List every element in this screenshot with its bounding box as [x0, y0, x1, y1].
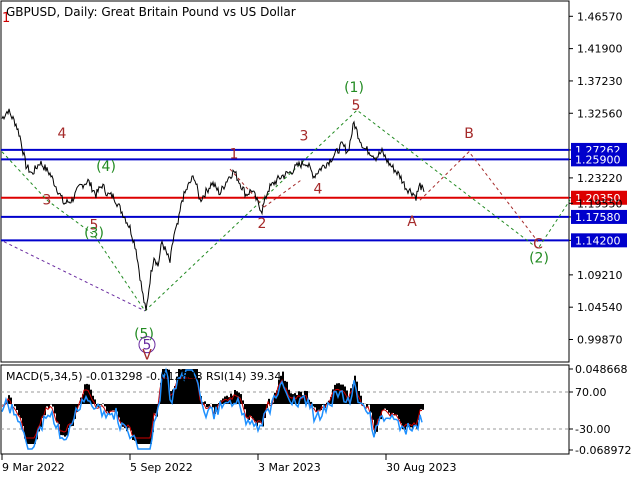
price-panel-frame	[0, 0, 570, 363]
macd-bar	[422, 404, 424, 410]
macd-bar	[54, 404, 56, 414]
macd-bar	[154, 404, 156, 414]
indicator-label: MACD(5,34,5) -0.013298 -0.012848 RSI(14)…	[6, 370, 281, 383]
macd-bar	[58, 404, 60, 425]
y-tick-label-1: 1.41900	[577, 43, 623, 56]
wave-label-12: B	[464, 126, 474, 142]
y-tick-label-0: 1.46570	[577, 10, 623, 23]
x-tick-label-0: 9 Mar 2022	[2, 461, 65, 474]
macd-bar	[18, 404, 20, 416]
indicator-axis: 0.048668 70.00 -30.00 -0.068972	[569, 363, 631, 457]
macd-bar	[398, 404, 400, 420]
macd-bar	[396, 404, 398, 415]
wave-label-1: 3	[43, 192, 52, 208]
macd-bar	[14, 404, 16, 407]
macd-bar	[118, 404, 120, 418]
wave-label-7: 3	[300, 129, 309, 145]
macd-bar	[130, 404, 132, 431]
macd-bar	[106, 404, 108, 412]
y-tick-label-2: 1.37230	[577, 75, 623, 88]
macd-bar	[254, 404, 256, 422]
macd-bar	[410, 404, 412, 428]
macd-bar	[212, 404, 214, 408]
time-axis: 9 Mar 2022 5 Sep 2022 3 Mar 2023 30 Aug 202…	[1, 454, 456, 474]
macd-bar	[20, 404, 22, 419]
level-price-label-9: 1.17580	[575, 211, 621, 224]
x-tick-label-1: 5 Sep 2022	[130, 461, 193, 474]
macd-bar	[392, 404, 394, 414]
macd-bar	[372, 404, 374, 420]
macd-bar	[234, 389, 236, 404]
level-price-label-5: 1.25900	[575, 153, 621, 166]
macd-bar	[258, 404, 260, 423]
y-tick-label-3: 1.32560	[577, 107, 623, 120]
wave-label-14: (2)	[529, 250, 549, 266]
macd-bar	[388, 404, 390, 413]
gbpusd-chart: 435(4)(3)1234(1)5ABC(2)(5)5V GBPUSD, Dai…	[0, 0, 631, 474]
x-tick-label-3: 30 Aug 2023	[386, 461, 456, 474]
macd-bar	[22, 404, 24, 427]
wave-label-5: 1	[230, 147, 239, 163]
chart-title: GBPUSD, Daily: Great Britain Pound vs US…	[6, 5, 296, 19]
macd-bar	[120, 404, 122, 424]
macd-bar	[316, 404, 318, 412]
macd-bar	[382, 404, 384, 411]
x-tick-label-2: 3 Mar 2023	[258, 461, 321, 474]
macd-bar	[56, 404, 58, 423]
macd-bar	[252, 404, 254, 419]
macd-bar	[112, 404, 114, 411]
macd-bar	[16, 404, 18, 411]
wave-label-4: (3)	[84, 226, 104, 242]
macd-bar	[340, 384, 342, 404]
macd-bar	[110, 404, 112, 411]
wave-label-9: (1)	[344, 80, 364, 96]
y-tick-label-12: 1.04540	[577, 301, 623, 314]
y-tick-label-11: 1.09210	[577, 269, 623, 282]
macd-bar	[314, 404, 316, 408]
macd-bar	[420, 404, 422, 410]
wave-label-0: 4	[58, 126, 67, 142]
macd-bar	[394, 404, 396, 416]
macd-bar	[52, 404, 54, 407]
level-price-label-10: 1.14200	[575, 234, 621, 247]
ind-tick-label-3: -0.068972	[575, 444, 631, 457]
macd-bar	[386, 404, 388, 411]
macd-bar	[206, 404, 208, 408]
wave-label-8: 4	[314, 181, 323, 197]
macd-bar	[46, 404, 48, 407]
macd-bar	[104, 404, 106, 407]
macd-bar	[384, 404, 386, 409]
y-tick-label-13: 0.99870	[577, 334, 623, 347]
y-tick-label-8: 1.19550	[577, 197, 623, 210]
y-tick-label-6: 1.23220	[577, 172, 623, 185]
macd-bar	[246, 404, 248, 418]
wave-label-10: 5	[352, 98, 361, 114]
ind-tick-label-0: 0.048668	[575, 363, 628, 376]
ind-tick-label-2: -30.00	[575, 423, 610, 436]
macd-bar	[100, 404, 102, 405]
macd-bar	[368, 404, 370, 405]
macd-bar	[128, 404, 130, 428]
wave-label-17: V	[142, 347, 152, 363]
macd-bar	[62, 404, 64, 436]
wave-label-3: (4)	[96, 159, 116, 175]
wave-label-6: 2	[258, 216, 267, 232]
indicator-panel: MACD(5,34,5) -0.013298 -0.012848 RSI(14)…	[0, 364, 570, 455]
macd-bar	[244, 404, 246, 410]
corner-mark: 1	[2, 11, 10, 26]
macd-bar	[260, 404, 262, 423]
price-panel: 435(4)(3)1234(1)5ABC(2)(5)5V GBPUSD, Dai…	[0, 0, 571, 363]
macd-bar	[400, 404, 402, 424]
macd-bar	[414, 404, 416, 426]
ind-tick-label-1: 70.00	[575, 386, 607, 399]
macd-bar	[318, 404, 320, 410]
macd-bar	[250, 404, 252, 417]
price-axis: 1.465701.419001.372301.325601.272621.259…	[569, 10, 627, 347]
wave-label-11: A	[407, 214, 417, 230]
